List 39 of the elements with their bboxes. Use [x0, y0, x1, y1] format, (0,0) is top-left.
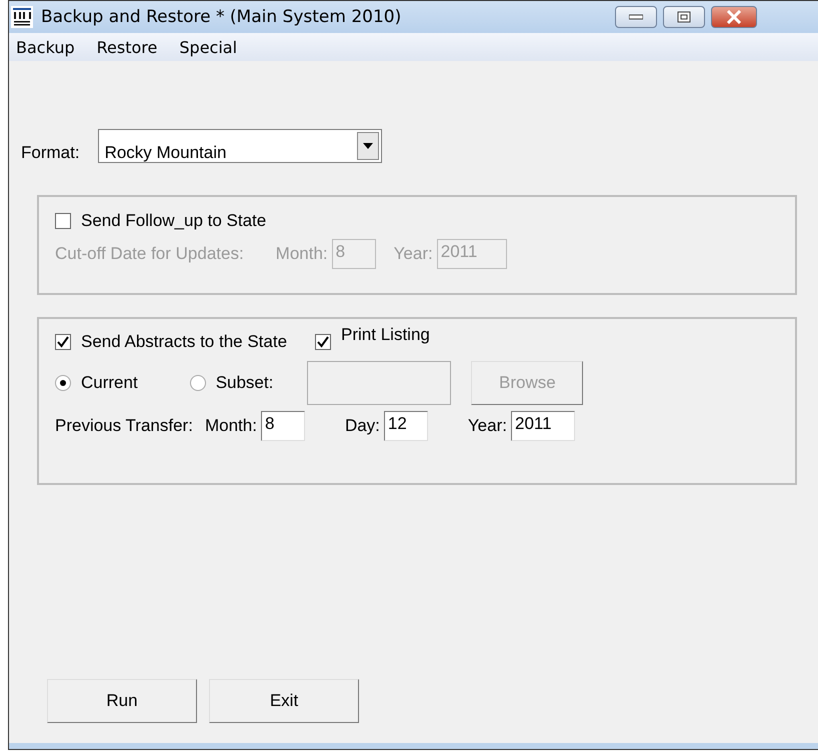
radio-label: Current	[81, 373, 138, 393]
dropdown-button[interactable]	[356, 132, 379, 160]
checkbox[interactable]	[55, 213, 71, 229]
dialog-button[interactable]: Exit	[209, 679, 359, 723]
field-label: Month:	[276, 244, 328, 264]
close-button[interactable]	[711, 6, 757, 28]
checkbox[interactable]	[55, 334, 71, 350]
checkbox-label: Print Listing	[341, 325, 430, 345]
checkbox[interactable]	[315, 334, 332, 350]
menu-item[interactable]: Backup	[16, 38, 75, 56]
checkbox-label: Send Follow_up to State	[81, 211, 266, 231]
checkbox-label: Send Abstracts to the State	[81, 332, 288, 352]
radio-button[interactable]	[190, 375, 206, 391]
input-field[interactable]: 12	[384, 411, 428, 441]
menu-item[interactable]: Restore	[96, 38, 158, 56]
checkmark-icon	[57, 336, 69, 348]
maximize-button[interactable]	[663, 6, 705, 28]
checkmark-icon	[317, 336, 330, 348]
dialog-button[interactable]: Run	[47, 679, 197, 723]
caret-icon	[362, 143, 373, 149]
radio-button[interactable]	[55, 375, 71, 391]
close-icon	[726, 10, 742, 24]
minimize-icon	[629, 14, 643, 20]
minimize-button[interactable]	[615, 6, 657, 28]
field-label: Day:	[344, 416, 380, 436]
format-dropdown[interactable]: Rocky Mountain	[98, 129, 382, 163]
menu-item[interactable]: Special	[179, 38, 238, 56]
maximize-icon	[677, 11, 691, 23]
radio-label: Subset:	[216, 373, 274, 393]
format-label: Format:	[21, 143, 80, 163]
app-logo-icon	[11, 6, 33, 28]
input-field[interactable]: 8	[260, 411, 305, 441]
field-label: Year:	[394, 244, 433, 264]
cutoff-date-label: Cut-off Date for Updates:	[55, 244, 244, 264]
window-title: Backup and Restore * (Main System 2010)	[41, 7, 402, 27]
field-label: Year:	[468, 416, 507, 436]
input-field[interactable]: 2011	[510, 411, 575, 441]
field-label: Month:	[204, 416, 257, 436]
previous-transfer-label: Previous Transfer:	[55, 416, 193, 436]
